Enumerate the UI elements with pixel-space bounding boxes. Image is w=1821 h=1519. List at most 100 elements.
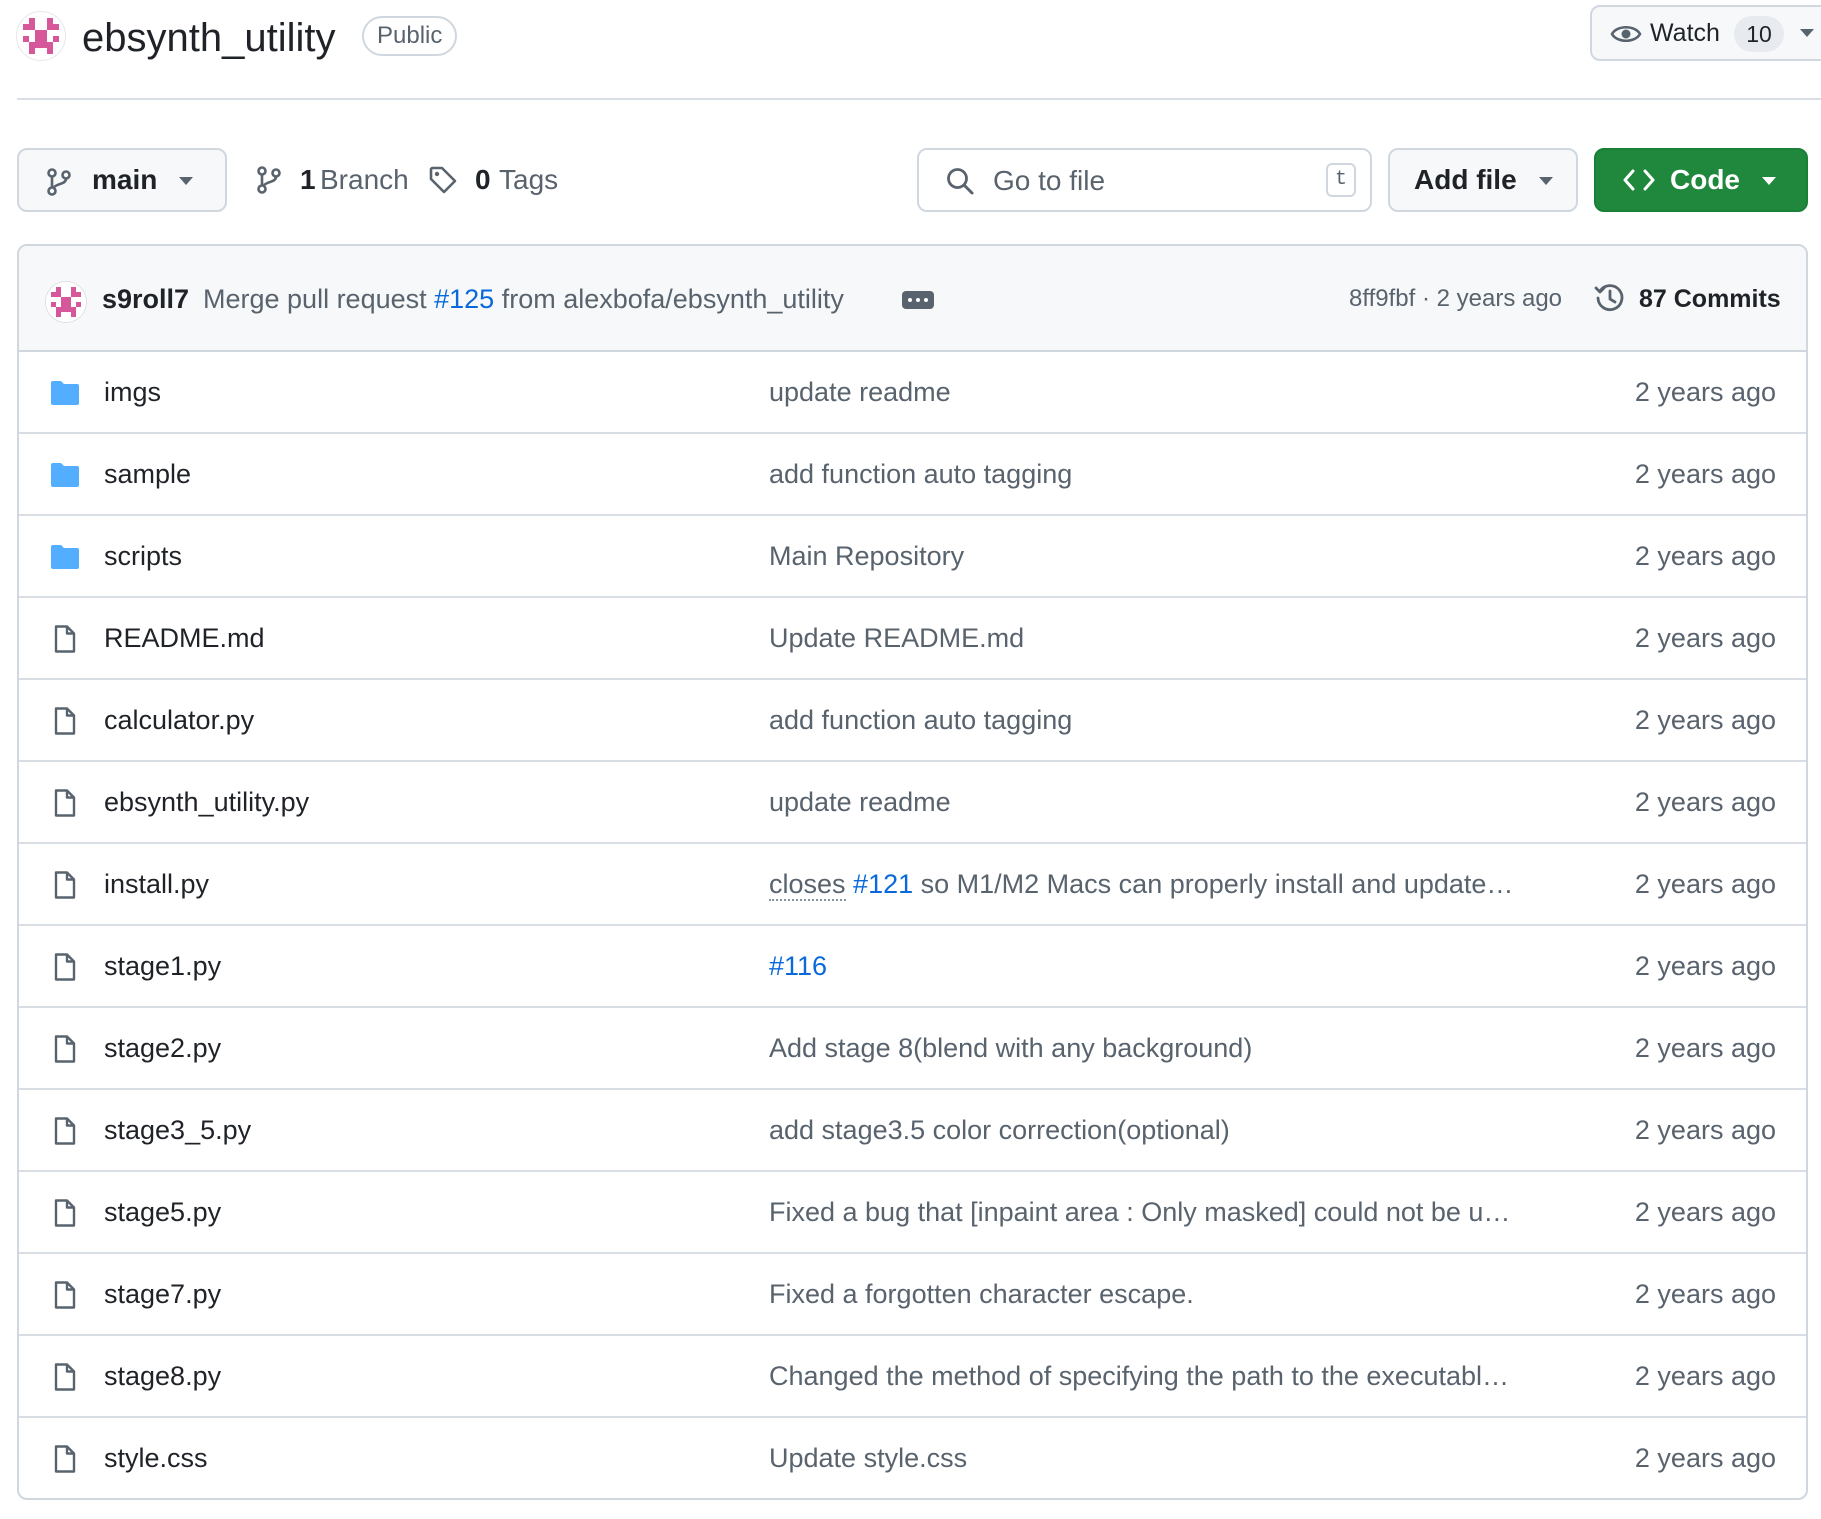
search-input[interactable]	[991, 158, 1295, 204]
commit-message-text[interactable]: Fixed a forgotten character escape.	[769, 1279, 1194, 1309]
file-name[interactable]: stage5.py	[104, 1172, 221, 1252]
branch-selector[interactable]: main	[17, 148, 227, 212]
commit-message-text[interactable]: Fixed a bug that [inpaint area : Only ma…	[769, 1197, 1510, 1227]
folder-icon	[51, 381, 79, 405]
commit-message-text[interactable]: Changed the method of specifying the pat…	[769, 1361, 1509, 1391]
file-table: s9roll7 Merge pull request #125 from ale…	[17, 244, 1808, 1500]
table-row: stage3_5.py add stage3.5 color correction…	[19, 1088, 1806, 1170]
file-name[interactable]: stage3_5.py	[104, 1090, 251, 1170]
branch-count: 1	[300, 164, 316, 195]
commit-author-avatar[interactable]	[45, 281, 87, 323]
file-icon	[54, 871, 76, 899]
commit-hash[interactable]: 8ff9fbf	[1349, 285, 1415, 312]
owner-avatar[interactable]	[16, 11, 66, 61]
eye-icon	[1610, 25, 1642, 43]
commit-message-text[interactable]: so M1/M2 Macs can properly install and u…	[921, 869, 1514, 899]
file-commit-date: 2 years ago	[1634, 1279, 1776, 1309]
file-name[interactable]: imgs	[104, 352, 161, 432]
file-commit-date: 2 years ago	[1634, 459, 1776, 489]
file-icon	[54, 1035, 76, 1063]
add-file-button[interactable]: Add file	[1388, 148, 1578, 212]
file-commit-message: Add stage 8(blend with any background)	[769, 1008, 1559, 1088]
expand-commit-message-button[interactable]	[902, 291, 934, 309]
commit-message-text[interactable]: Update style.css	[769, 1443, 967, 1473]
git-branch-icon	[257, 166, 281, 194]
commit-message-text[interactable]: Update README.md	[769, 623, 1024, 653]
file-commit-date: 2 years ago	[1634, 869, 1776, 899]
file-name[interactable]: stage7.py	[104, 1254, 221, 1334]
latest-commit-bar: s9roll7 Merge pull request #125 from ale…	[19, 246, 1806, 352]
file-icon	[54, 953, 76, 981]
file-commit-message: update readme	[769, 352, 1559, 432]
code-button[interactable]: Code	[1594, 148, 1808, 212]
repo-name[interactable]: ebsynth_utility	[82, 8, 335, 68]
keyboard-shortcut-hint: t	[1326, 163, 1356, 197]
file-commit-message: add function auto tagging	[769, 434, 1559, 514]
commit-message-text[interactable]: update readme	[769, 787, 951, 817]
table-row: stage5.py Fixed a bug that [inpaint area …	[19, 1170, 1806, 1252]
table-row: stage1.py #116 2 years ago	[19, 924, 1806, 1006]
file-icon	[54, 707, 76, 735]
file-name[interactable]: install.py	[104, 844, 209, 924]
table-row: ebsynth_utility.py update readme 2 years a…	[19, 760, 1806, 842]
commit-pr-link[interactable]: #125	[434, 284, 494, 314]
file-commit-message: Main Repository	[769, 516, 1559, 596]
table-row: README.md Update README.md 2 years ago	[19, 596, 1806, 678]
commit-message-text[interactable]: add function auto tagging	[769, 459, 1072, 489]
file-icon	[54, 1117, 76, 1145]
chevron-down-icon[interactable]	[1800, 29, 1814, 37]
file-name[interactable]: README.md	[104, 598, 265, 678]
commit-message[interactable]: Merge pull request #125 from alexbofa/eb…	[203, 246, 844, 352]
visibility-badge: Public	[362, 16, 458, 56]
file-name[interactable]: style.css	[104, 1418, 208, 1498]
commit-message-text[interactable]: update readme	[769, 377, 951, 407]
commit-message-text[interactable]: add stage3.5 color correction(optional)	[769, 1115, 1230, 1145]
table-row: install.py closes #121 so M1/M2 Macs can …	[19, 842, 1806, 924]
commit-message-prefix[interactable]: closes	[769, 869, 846, 901]
file-icon	[54, 1445, 76, 1473]
file-name[interactable]: stage8.py	[104, 1336, 221, 1416]
file-name[interactable]: scripts	[104, 516, 182, 596]
table-row: stage8.py Changed the method of specifyin…	[19, 1334, 1806, 1416]
commits-count-label: 87 Commits	[1639, 285, 1781, 313]
commit-issue-link[interactable]: #121	[853, 869, 913, 899]
chevron-down-icon	[179, 177, 193, 185]
table-row: stage2.py Add stage 8(blend with any back…	[19, 1006, 1806, 1088]
file-name[interactable]: stage1.py	[104, 926, 221, 1006]
file-icon	[54, 625, 76, 653]
file-commit-date: 2 years ago	[1634, 705, 1776, 735]
commit-author[interactable]: s9roll7	[102, 246, 189, 352]
commit-message-text[interactable]: Add stage 8(blend with any background)	[769, 1033, 1252, 1063]
file-name[interactable]: ebsynth_utility.py	[104, 762, 309, 842]
file-name[interactable]: sample	[104, 434, 191, 514]
file-commit-message: Fixed a bug that [inpaint area : Only ma…	[769, 1172, 1559, 1252]
branch-name: main	[92, 164, 158, 195]
go-to-file-search[interactable]: t	[917, 148, 1372, 212]
watch-label: Watch	[1650, 19, 1720, 47]
file-commit-date: 2 years ago	[1634, 377, 1776, 407]
file-commit-message: Changed the method of specifying the pat…	[769, 1336, 1559, 1416]
chevron-down-icon	[1539, 177, 1553, 185]
file-commit-message: Fixed a forgotten character escape.	[769, 1254, 1559, 1334]
file-commit-message: #116	[769, 926, 1559, 1006]
commit-message-text[interactable]: Main Repository	[769, 541, 964, 571]
file-commit-message: add stage3.5 color correction(optional)	[769, 1090, 1559, 1170]
file-name[interactable]: calculator.py	[104, 680, 254, 760]
tag-label: Tags	[499, 164, 559, 195]
code-icon	[1623, 169, 1655, 191]
watch-button[interactable]: Watch 10	[1590, 5, 1821, 61]
tag-icon	[429, 166, 457, 194]
commit-message-text[interactable]: add function auto tagging	[769, 705, 1072, 735]
file-commit-date: 2 years ago	[1634, 623, 1776, 653]
file-commit-message: add function auto tagging	[769, 680, 1559, 760]
table-row: calculator.py add function auto tagging 2 …	[19, 678, 1806, 760]
commit-issue-link[interactable]: #116	[769, 951, 827, 981]
history-icon	[1594, 284, 1624, 311]
table-row: imgs update readme 2 years ago	[19, 352, 1806, 432]
repo-page: ebsynth_utility Public Watch 10 main 1 B…	[0, 0, 1821, 1519]
folder-icon	[51, 545, 79, 569]
folder-icon	[51, 463, 79, 487]
file-list: imgs update readme 2 years ago sample add fu…	[19, 352, 1806, 1498]
file-name[interactable]: stage2.py	[104, 1008, 221, 1088]
file-commit-date: 2 years ago	[1634, 1115, 1776, 1145]
